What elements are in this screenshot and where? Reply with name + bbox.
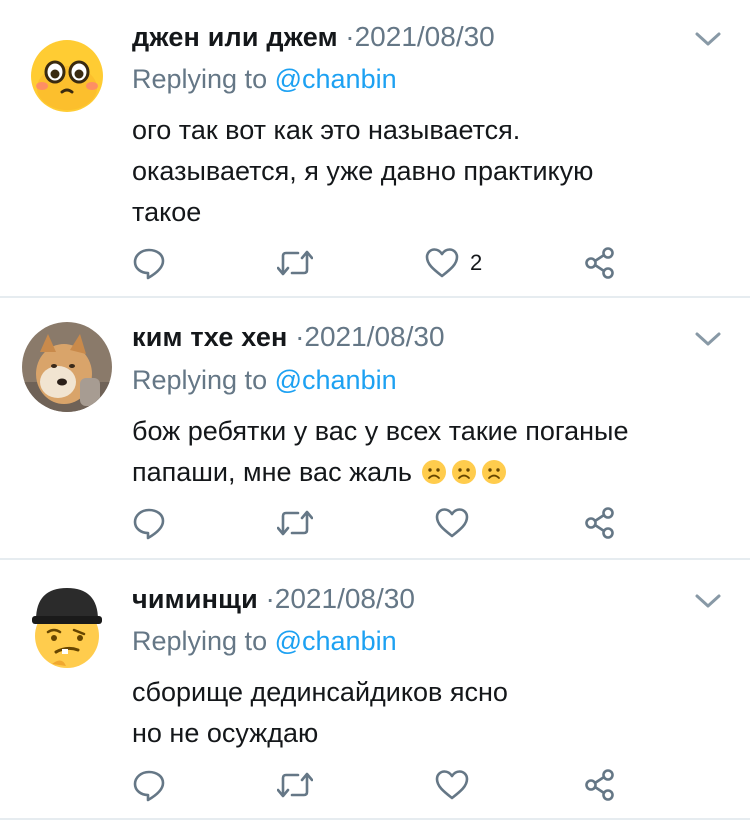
display-name[interactable]: ким тхе хен bbox=[132, 322, 288, 352]
blushing-emoji-avatar-icon bbox=[22, 28, 112, 118]
reply-text: сборище дединсайдиков ясно но не осуждаю bbox=[132, 672, 732, 754]
action-bar bbox=[132, 765, 732, 805]
reply-text-line: сборище дединсайдиков ясно bbox=[132, 677, 508, 707]
heart-icon bbox=[425, 248, 459, 278]
share-button[interactable] bbox=[584, 243, 616, 283]
retweet-icon bbox=[277, 772, 313, 798]
reply-text-line: такое bbox=[132, 197, 202, 227]
retweet-button[interactable] bbox=[277, 503, 313, 543]
replying-label: Replying to bbox=[132, 365, 268, 395]
replying-to: Replying to @chanbin bbox=[132, 363, 397, 397]
reply-text: ого так вот как это называется. оказывае… bbox=[132, 110, 732, 233]
share-button[interactable] bbox=[584, 503, 616, 543]
like-button[interactable] bbox=[434, 765, 470, 805]
frowning-face-emojis: ☹️☹️☹️ bbox=[421, 456, 507, 497]
frowning-face-icon bbox=[422, 460, 507, 484]
reply-text-fragment: папаши, мне вас жаль bbox=[132, 457, 412, 487]
share-icon bbox=[585, 507, 614, 539]
reply-button[interactable] bbox=[132, 243, 166, 283]
action-bar bbox=[132, 503, 732, 543]
divider bbox=[0, 818, 750, 820]
retweet-button[interactable] bbox=[277, 765, 313, 805]
timestamp[interactable]: ·2021/08/30 bbox=[295, 321, 444, 352]
comment-icon bbox=[133, 508, 165, 540]
share-icon bbox=[585, 247, 614, 279]
action-bar: 2 bbox=[132, 243, 732, 283]
reply-item[interactable]: чиминщи ·2021/08/30 Replying to @chanbin… bbox=[0, 560, 750, 822]
reply-item[interactable]: ким тхе хен ·2021/08/30 Replying to @cha… bbox=[0, 298, 750, 560]
comment-icon bbox=[133, 248, 165, 280]
timestamp[interactable]: ·2021/08/30 bbox=[345, 21, 494, 52]
reply-header: чиминщи ·2021/08/30 bbox=[132, 582, 415, 616]
chevron-down-icon[interactable] bbox=[694, 592, 722, 610]
reply-text: бож ребятки у вас у всех такие поганые п… bbox=[132, 411, 732, 497]
chevron-down-icon[interactable] bbox=[694, 330, 722, 348]
replying-handle-link[interactable]: @chanbin bbox=[275, 64, 397, 94]
reply-text-line: оказывается, я уже давно практикую bbox=[132, 156, 594, 186]
heart-icon bbox=[435, 770, 469, 800]
display-name[interactable]: чиминщи bbox=[132, 584, 258, 614]
retweet-icon bbox=[277, 250, 313, 276]
dog-photo-avatar-icon bbox=[22, 322, 112, 412]
chevron-down-icon[interactable] bbox=[694, 30, 722, 48]
avatar[interactable] bbox=[22, 28, 112, 118]
reply-text-line: но не осуждаю bbox=[132, 718, 319, 748]
heart-icon bbox=[435, 508, 469, 538]
replying-to: Replying to @chanbin bbox=[132, 624, 397, 658]
reply-header: джен или джем ·2021/08/30 bbox=[132, 20, 495, 54]
like-count: 2 bbox=[470, 250, 483, 275]
retweet-icon bbox=[277, 510, 313, 536]
reply-button[interactable] bbox=[132, 503, 166, 543]
replying-label: Replying to bbox=[132, 626, 268, 656]
reply-item[interactable]: джен или джем ·2021/08/30 Replying to @c… bbox=[0, 0, 750, 280]
like-button[interactable]: 2 bbox=[424, 243, 482, 283]
comment-icon bbox=[133, 770, 165, 802]
replying-to: Replying to @chanbin bbox=[132, 62, 397, 96]
reply-text-line: ого так вот как это называется. bbox=[132, 115, 521, 145]
replying-handle-link[interactable]: @chanbin bbox=[275, 626, 397, 656]
cap-emoji-avatar-icon bbox=[32, 588, 102, 668]
avatar[interactable] bbox=[22, 322, 112, 412]
replying-label: Replying to bbox=[132, 64, 268, 94]
timestamp[interactable]: ·2021/08/30 bbox=[265, 583, 414, 614]
display-name[interactable]: джен или джем bbox=[132, 22, 338, 52]
like-button[interactable] bbox=[434, 503, 470, 543]
share-button[interactable] bbox=[584, 765, 616, 805]
reply-text-line: бож ребятки у вас у всех такие поганые bbox=[132, 416, 629, 446]
retweet-button[interactable] bbox=[277, 243, 313, 283]
replying-handle-link[interactable]: @chanbin bbox=[275, 365, 397, 395]
reply-text-line: папаши, мне вас жаль ☹️☹️☹️ bbox=[132, 452, 732, 497]
reply-button[interactable] bbox=[132, 765, 166, 805]
share-icon bbox=[585, 769, 614, 801]
avatar[interactable] bbox=[22, 580, 112, 670]
reply-header: ким тхе хен ·2021/08/30 bbox=[132, 320, 445, 354]
